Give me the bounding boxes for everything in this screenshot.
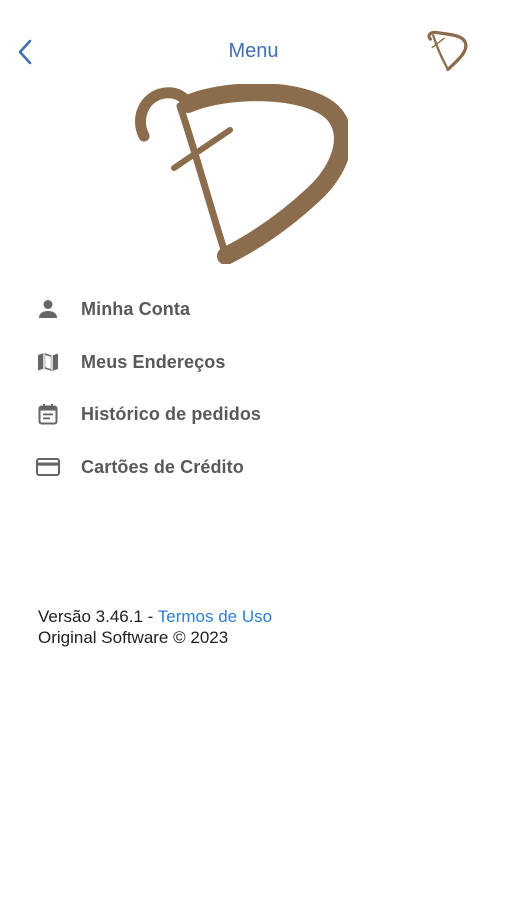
version-line: Versão 3.46.1 - Termos de Uso [38,606,272,627]
calendar-icon [18,391,78,437]
person-icon [18,286,78,332]
brand-logo-small [427,30,468,72]
version-text: Versão 3.46.1 - [38,607,154,626]
menu-item-minha-conta[interactable]: Minha Conta [18,286,398,332]
copyright-text: Original Software © 2023 [38,628,229,647]
brand-logo [135,84,348,264]
menu-item-meus-enderecos[interactable]: Meus Endereços [18,339,398,385]
map-icon [18,339,78,385]
menu-item-label: Meus Endereços [81,351,226,372]
footer: Versão 3.46.1 - Termos de Uso Original S… [38,606,272,648]
menu-item-label: Minha Conta [81,298,191,319]
menu-item-label: Cartões de Crédito [81,456,244,477]
menu-item-cartoes-credito[interactable]: Cartões de Crédito [18,444,398,490]
menu-item-historico-pedidos[interactable]: Histórico de pedidos [18,391,398,437]
menu-item-label: Histórico de pedidos [81,403,262,424]
terms-of-use-link[interactable]: Termos de Uso [158,607,272,626]
credit-card-icon [18,444,78,490]
